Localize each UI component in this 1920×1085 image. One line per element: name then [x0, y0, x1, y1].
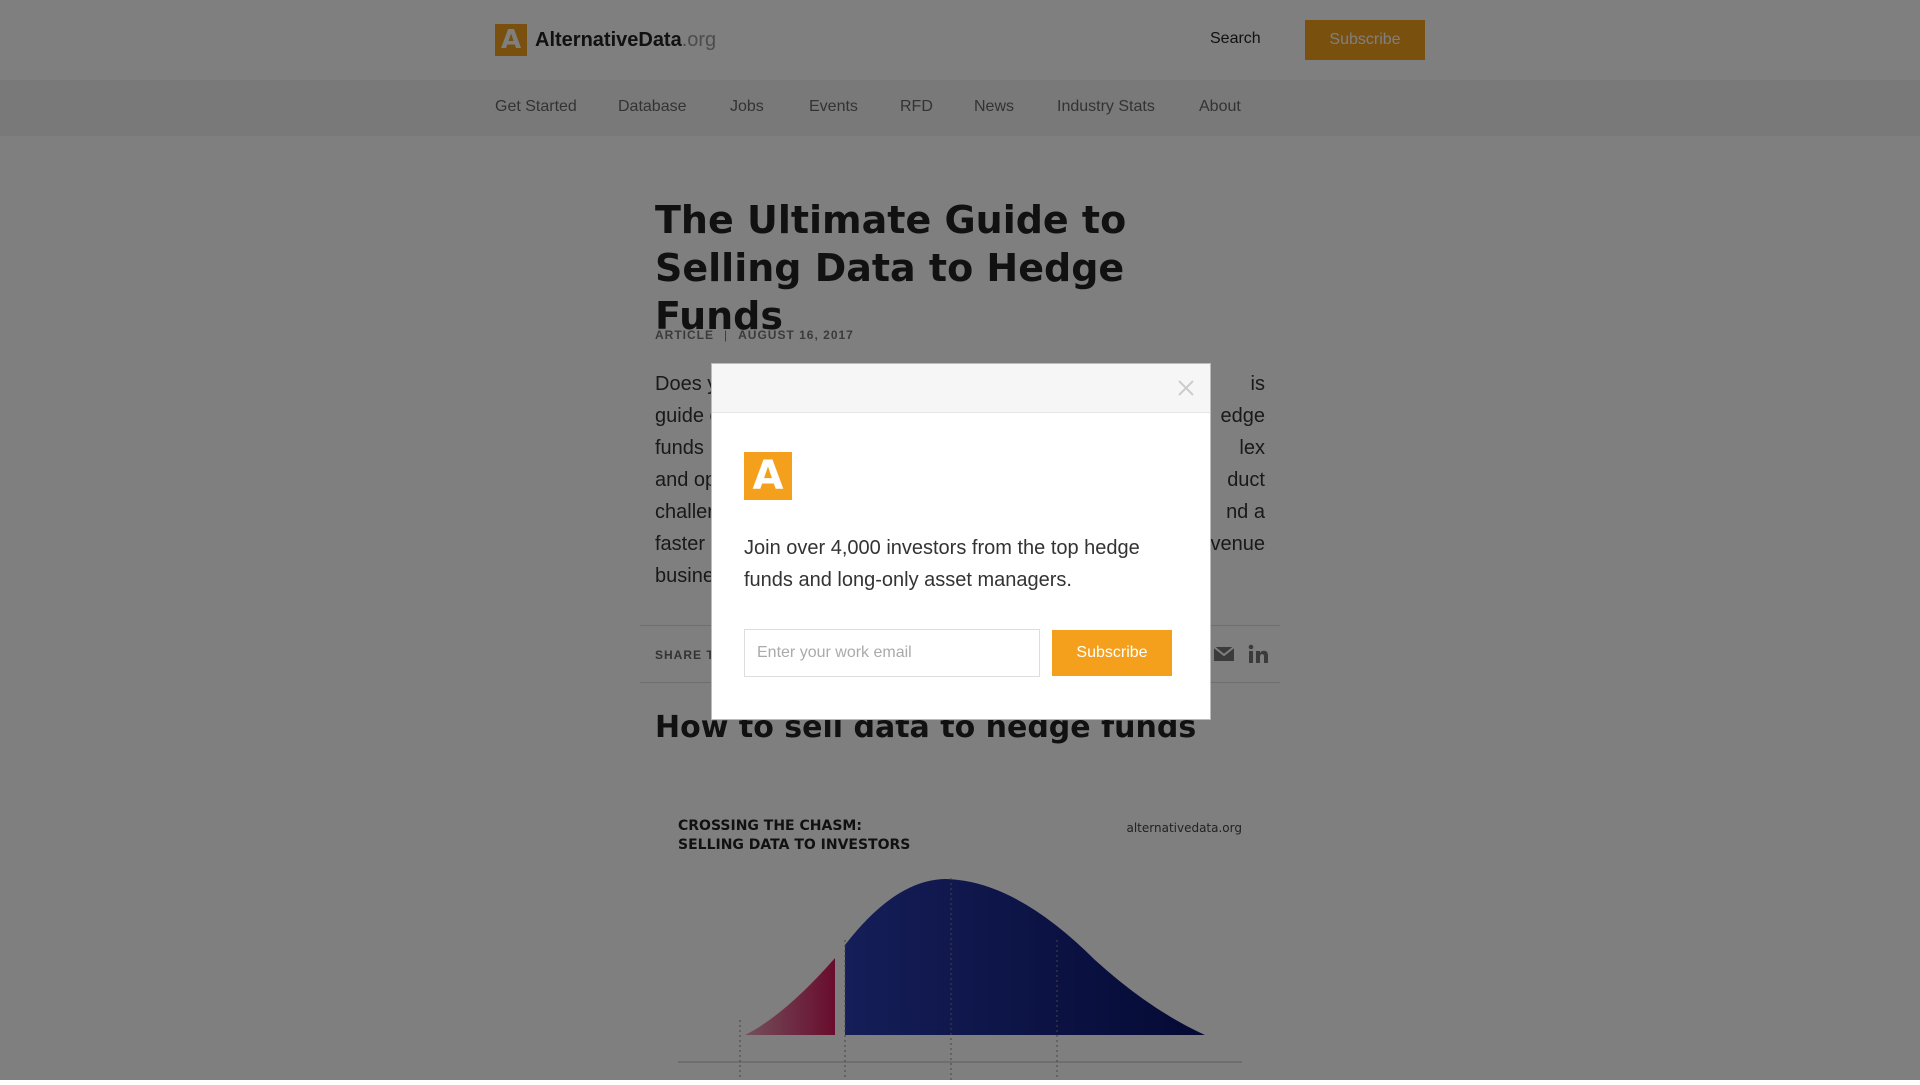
modal-logo-icon: A — [744, 452, 792, 500]
modal-header — [712, 364, 1210, 413]
subscribe-modal: A Join over 4,000 investors from the top… — [711, 363, 1211, 720]
modal-message: Join over 4,000 investors from the top h… — [744, 537, 1140, 591]
modal-subscribe-button[interactable]: Subscribe — [1052, 630, 1172, 676]
close-icon[interactable] — [1176, 378, 1196, 398]
email-field[interactable] — [744, 629, 1040, 677]
